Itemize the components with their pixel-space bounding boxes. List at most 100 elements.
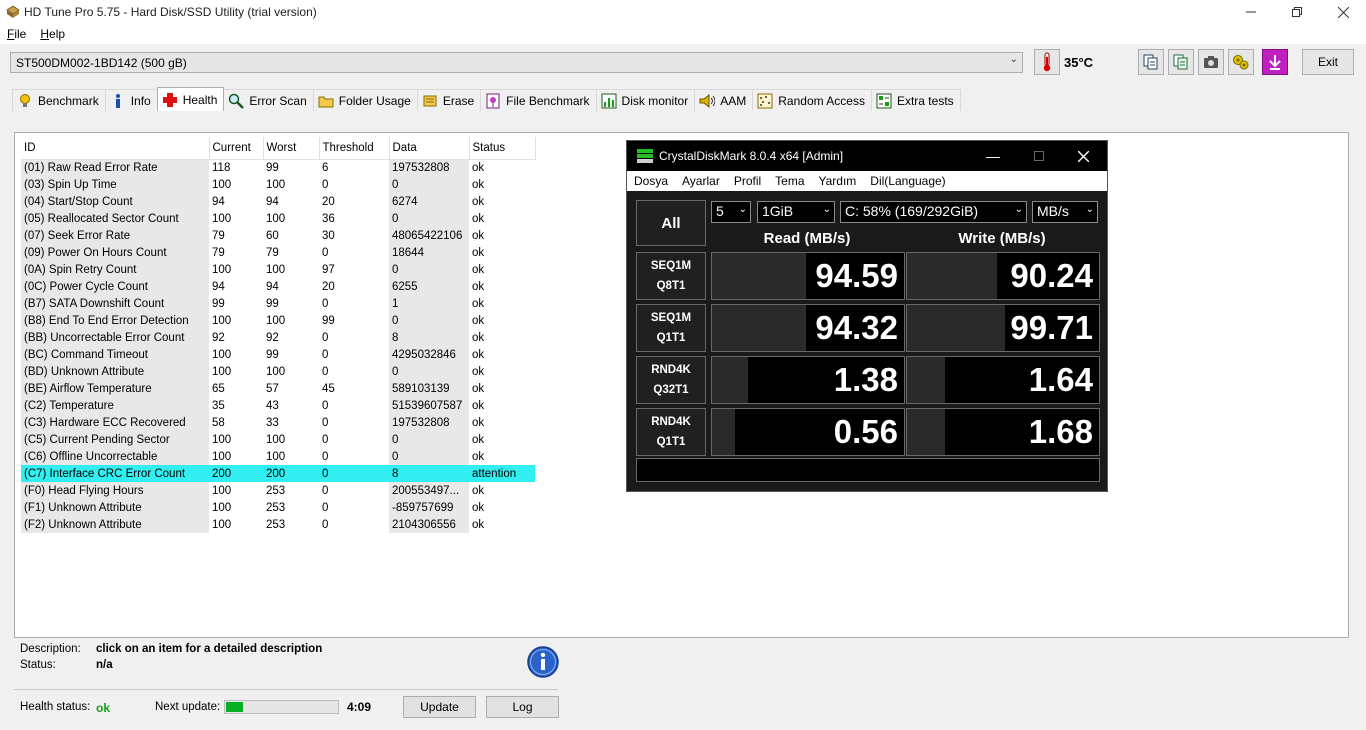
cdm-all-button[interactable]: All [636,200,706,246]
copy-all-button[interactable] [1168,49,1194,75]
cdm-menu-language[interactable]: Dil(Language) [870,174,945,188]
cell-data: 48065422106 [389,227,469,244]
tab-file-benchmark[interactable]: File Benchmark [480,89,597,111]
col-header-data[interactable]: Data [389,137,470,160]
cell-threshold: 0 [322,297,329,310]
table-row[interactable]: (F1) Unknown Attribute 100 253 0 -859757699 o… [21,499,535,516]
cdm-write-value: 90.24 [1010,257,1093,294]
cdm-menu-ayarlar[interactable]: Ayarlar [682,174,720,188]
table-row[interactable]: (BE) Airflow Temperature 65 57 45 589103139 o… [21,380,535,397]
tab-benchmark[interactable]: Benchmark [12,89,106,111]
cdm-minimize-button[interactable]: — [973,145,1013,167]
cdm-test-label[interactable]: RND4K Q1T1 [636,408,706,456]
options-icon [1233,55,1249,70]
cdm-comment-field[interactable] [636,458,1100,482]
table-row[interactable]: (F2) Unknown Attribute 100 253 0 2104306556 o… [21,516,535,533]
menu-help[interactable]: Help [40,27,65,41]
cdm-test-label[interactable]: SEQ1M Q8T1 [636,252,706,300]
health-status-label: Health status: [20,701,91,713]
table-row[interactable]: (0A) Spin Retry Count 100 100 97 0 ok [21,261,535,278]
extra-tests-icon [876,93,892,109]
cdm-drive-select[interactable]: C: 58% (169/292GiB) ⌄ [840,201,1027,223]
cdm-test-label[interactable]: RND4K Q32T1 [636,356,706,404]
cdm-menu-profil[interactable]: Profil [734,174,761,188]
cell-data: 6255 [389,278,469,295]
cell-threshold: 20 [322,195,335,208]
cell-current: 118 [212,161,231,174]
table-row[interactable]: (C2) Temperature 35 43 0 51539607587 ok [21,397,535,414]
table-row[interactable]: (BD) Unknown Attribute 100 100 0 0 ok [21,363,535,380]
table-row[interactable]: (C6) Offline Uncorrectable 100 100 0 0 ok [21,448,535,465]
exit-button[interactable]: Exit [1302,49,1354,75]
menu-file[interactable]: File [7,27,26,41]
table-row[interactable]: (B8) End To End Error Detection 100 100 99 0… [21,312,535,329]
tab-extra-tests[interactable]: Extra tests [870,89,961,111]
close-button[interactable] [1320,0,1366,24]
next-update-label: Next update: [155,701,221,713]
cell-data: 8 [389,329,469,346]
cdm-menu-dosya[interactable]: Dosya [634,174,668,188]
cell-status: attention [469,465,535,482]
cdm-test-label[interactable]: SEQ1M Q1T1 [636,304,706,352]
cdm-write-bar [907,253,997,299]
col-header-worst[interactable]: Worst [263,137,320,160]
cell-current: 100 [212,263,232,276]
tab-info[interactable]: Info [104,89,158,111]
tab-aam[interactable]: AAM [694,89,754,111]
cdm-unit-select[interactable]: MB/s ⌄ [1032,201,1098,223]
table-row[interactable]: (09) Power On Hours Count 79 79 0 18644 ok [21,244,535,261]
table-row[interactable]: (B7) SATA Downshift Count 99 99 0 1 ok [21,295,535,312]
info-button-icon[interactable] [527,646,559,678]
cdm-size-select[interactable]: 1GiB ⌄ [757,201,835,223]
cell-worst: 100 [266,314,286,327]
log-button[interactable]: Log [486,696,559,718]
cell-status: ok [472,399,485,412]
table-row[interactable]: (BC) Command Timeout 100 99 0 4295032846 ok [21,346,535,363]
info-icon [110,93,126,109]
cell-threshold: 30 [322,229,335,242]
cell-worst: 92 [266,331,279,344]
table-row[interactable]: (BB) Uncorrectable Error Count 92 92 0 8 ok [21,329,535,346]
tab-error-scan[interactable]: Error Scan [223,89,314,111]
col-header-current[interactable]: Current [209,137,264,160]
save-button[interactable] [1262,49,1288,75]
tab-random-access[interactable]: Random Access [752,89,872,111]
tab-health[interactable]: Health [156,87,225,111]
cell-worst: 100 [266,212,286,225]
cdm-maximize-button[interactable] [1019,145,1059,167]
copy-button[interactable] [1138,49,1164,75]
table-row[interactable]: (0C) Power Cycle Count 94 94 20 6255 ok [21,278,535,295]
col-header-status[interactable]: Status [469,137,536,160]
col-header-id[interactable]: ID [21,137,210,160]
update-button[interactable]: Update [403,696,476,718]
table-row[interactable]: (C7) Interface CRC Error Count 200 200 0 8 at… [21,465,535,482]
options-button[interactable] [1228,49,1254,75]
drive-select[interactable]: ST500DM002-1BD142 (500 gB) ⌄ [10,52,1023,73]
tab-disk-monitor[interactable]: Disk monitor [595,89,696,111]
drive-select-value: ST500DM002-1BD142 (500 gB) [16,56,187,70]
cell-threshold: 0 [322,518,329,531]
tab-erase[interactable]: Erase [416,89,482,111]
cell-current: 99 [212,297,225,310]
cdm-close-button[interactable] [1063,145,1103,167]
table-row[interactable]: (C3) Hardware ECC Recovered 58 33 0 19753280… [21,414,535,431]
cdm-count-value: 5 [716,203,724,219]
cdm-menu-yardim[interactable]: Yardım [819,174,857,188]
cdm-count-select[interactable]: 5 ⌄ [711,201,751,223]
table-row[interactable]: (01) Raw Read Error Rate 118 99 6 197532808 o… [21,159,535,176]
table-row[interactable]: (05) Reallocated Sector Count 100 100 36 0 ok [21,210,535,227]
minimize-button[interactable] [1228,0,1274,24]
table-row[interactable]: (F0) Head Flying Hours 100 253 0 200553497..… [21,482,535,499]
cdm-menu-tema[interactable]: Tema [775,174,804,188]
table-row[interactable]: (03) Spin Up Time 100 100 0 0 ok [21,176,535,193]
tab-folder-usage[interactable]: Folder Usage [312,89,418,111]
col-header-threshold[interactable]: Threshold [319,137,390,160]
screenshot-button[interactable] [1198,49,1224,75]
table-row[interactable]: (C5) Current Pending Sector 100 100 0 0 ok [21,431,535,448]
table-row[interactable]: (04) Start/Stop Count 94 94 20 6274 ok [21,193,535,210]
cell-current: 100 [212,518,232,531]
cell-data: 6274 [389,193,469,210]
table-row[interactable]: (07) Seek Error Rate 79 60 30 48065422106 ok [21,227,535,244]
temperature-button[interactable] [1034,49,1060,75]
restore-button[interactable] [1274,0,1320,24]
